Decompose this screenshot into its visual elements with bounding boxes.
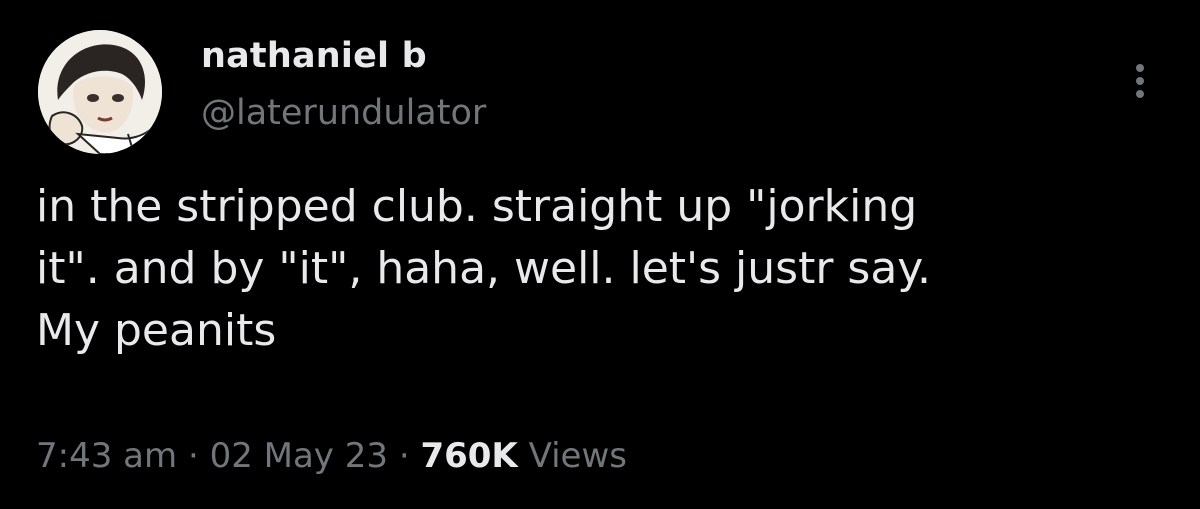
tweet-metadata: 7:43 am · 02 May 23 · 760K Views: [36, 436, 627, 476]
tweet-text-line: My peanits: [36, 305, 277, 356]
tweet-text: in the stripped club. straight up "jorki…: [36, 176, 1176, 362]
tweet-date[interactable]: 02 May 23: [210, 436, 388, 476]
tweet-text-line: in the stripped club. straight up "jorki…: [36, 181, 918, 232]
more-options-button[interactable]: [1120, 56, 1160, 106]
more-vertical-icon: [1136, 64, 1144, 98]
avatar-illustration-icon: [38, 30, 162, 154]
tweet-time[interactable]: 7:43 am: [36, 436, 177, 476]
tweet-card: nathaniel b @laterundulator in the strip…: [0, 0, 1200, 509]
author-handle[interactable]: @laterundulator: [201, 93, 486, 133]
author-display-name[interactable]: nathaniel b: [201, 36, 427, 76]
tweet-text-line: it". and by "it", haha, well. let's just…: [36, 243, 932, 294]
meta-separator: ·: [187, 436, 199, 476]
meta-separator: ·: [398, 436, 410, 476]
views-label: Views: [528, 436, 627, 476]
views-count[interactable]: 760K: [420, 436, 517, 476]
profile-avatar[interactable]: [38, 30, 162, 154]
